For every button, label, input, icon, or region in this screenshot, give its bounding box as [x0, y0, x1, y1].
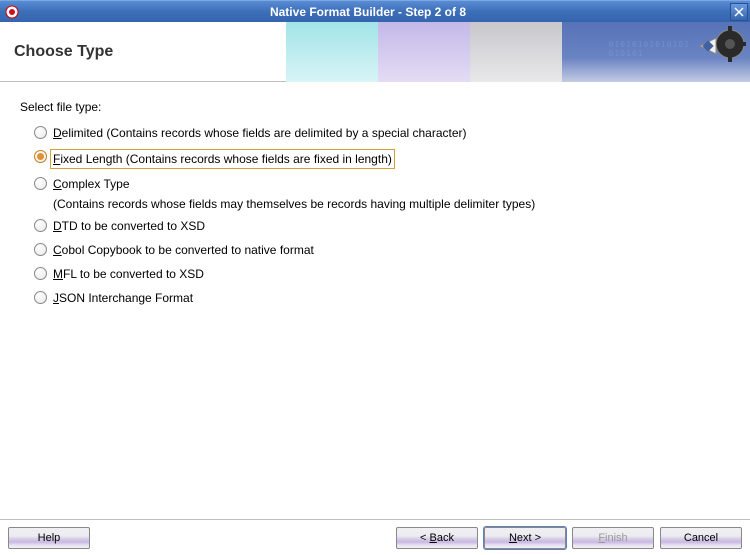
radio-label[interactable]: Delimited (Contains records whose fields…: [53, 124, 467, 142]
back-button[interactable]: < Back: [396, 527, 478, 549]
radio-option-mfl[interactable]: MFL to be converted to XSD: [34, 265, 730, 283]
next-label: Next >: [509, 532, 541, 544]
window-body: Choose Type 01010101010101010101: [0, 22, 750, 555]
radio-label[interactable]: MFL to be converted to XSD: [53, 265, 204, 283]
file-type-group: Delimited (Contains records whose fields…: [20, 124, 730, 307]
radio-label[interactable]: Fixed Length (Contains records whose fie…: [50, 149, 395, 169]
radio-label[interactable]: JSON Interchange Format: [53, 289, 193, 307]
radio-option-complex[interactable]: Complex Type: [34, 175, 730, 193]
cancel-button[interactable]: Cancel: [660, 527, 742, 549]
help-button[interactable]: Help: [8, 527, 90, 549]
decor-block: [286, 22, 378, 82]
back-label: < Back: [420, 532, 454, 544]
window-title: Native Format Builder - Step 2 of 8: [26, 5, 730, 19]
radio-option-dtd[interactable]: DTD to be converted to XSD: [34, 217, 730, 235]
decor-bits: 01010101010101010101: [609, 40, 690, 58]
help-label: Help: [38, 532, 61, 544]
radio-option-delimited[interactable]: Delimited (Contains records whose fields…: [34, 124, 730, 142]
finish-button: Finish: [572, 527, 654, 549]
radio-label[interactable]: Cobol Copybook to be converted to native…: [53, 241, 314, 259]
wizard-footer: Help < Back Next > Finish Cancel: [0, 519, 750, 555]
select-prompt: Select file type:: [20, 100, 730, 114]
radio-button[interactable]: [34, 126, 47, 139]
radio-label[interactable]: Complex Type: [53, 175, 130, 193]
header-graphic: 01010101010101010101: [286, 22, 750, 82]
content-area: Select file type: Delimited (Contains re…: [0, 82, 750, 519]
next-button[interactable]: Next >: [484, 527, 566, 549]
radio-button[interactable]: [34, 219, 47, 232]
radio-option-fixed[interactable]: Fixed Length (Contains records whose fie…: [34, 148, 730, 169]
wizard-header: Choose Type 01010101010101010101: [0, 22, 750, 82]
close-icon: [734, 7, 744, 17]
app-icon: [4, 4, 20, 20]
radio-option-json[interactable]: JSON Interchange Format: [34, 289, 730, 307]
decor-block: [378, 22, 470, 82]
radio-button[interactable]: [34, 243, 47, 256]
radio-button[interactable]: [34, 177, 47, 190]
radio-label[interactable]: DTD to be converted to XSD: [53, 217, 205, 235]
cancel-label: Cancel: [684, 532, 718, 544]
titlebar: Native Format Builder - Step 2 of 8: [0, 0, 750, 22]
radio-option-cobol[interactable]: Cobol Copybook to be converted to native…: [34, 241, 730, 259]
decor-block: 01010101010101010101: [562, 22, 750, 82]
radio-subtext: (Contains records whose fields may thems…: [53, 197, 730, 211]
close-button[interactable]: [730, 3, 748, 21]
radio-button[interactable]: [34, 267, 47, 280]
finish-label: Finish: [598, 532, 627, 544]
gear-icon: [690, 26, 746, 78]
radio-button[interactable]: [34, 150, 47, 163]
radio-button[interactable]: [34, 291, 47, 304]
decor-block: [470, 22, 562, 82]
page-title: Choose Type: [0, 43, 113, 61]
